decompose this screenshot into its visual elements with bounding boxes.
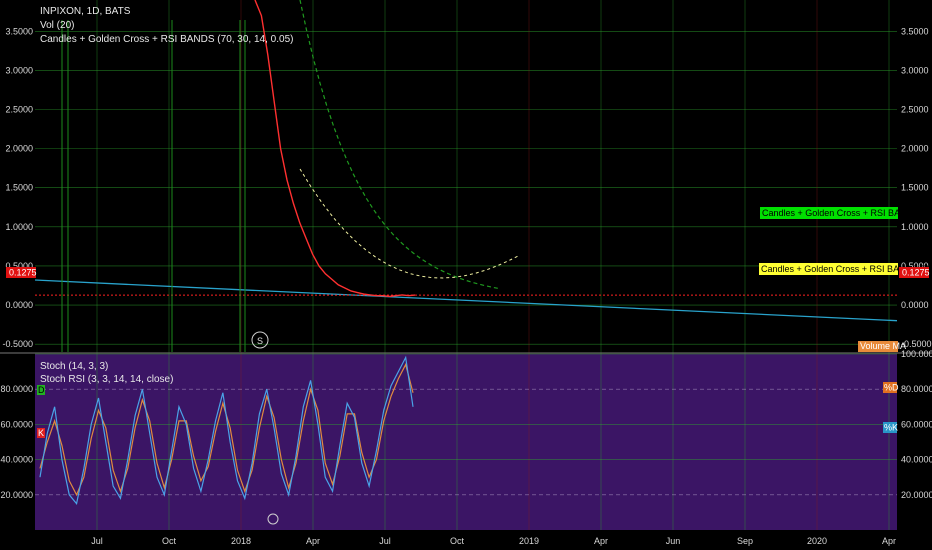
osc-tick-left: 20.0000 [0,490,33,500]
price-tick-right: 3.0000 [901,65,929,75]
price-tick-left: 0.0000 [5,300,33,310]
price-tick-right: 2.5000 [901,105,929,115]
price-tick-right: 2.0000 [901,144,929,154]
volume-ma-label: Volume MA [860,341,906,351]
time-tick: Apr [882,536,896,546]
osc-tick-right: 20.0000 [901,490,932,500]
osc-tick-right: 40.0000 [901,455,932,465]
pct-d-label: %D [884,383,899,393]
time-tick: Apr [594,536,608,546]
chart-svg: 3.5000 3.5000 3.0000 3.0000 2.5000 2.5000 2.00… [0,0,932,546]
osc-tick-left: 60.0000 [0,419,33,429]
price-tick-left: 3.5000 [5,26,33,36]
price-tick-left: 2.0000 [5,144,33,154]
osc-tick-left: 80.0000 [0,384,33,394]
time-tick: Jul [379,536,391,546]
d-flag-label: D [38,385,45,395]
price-tick-left: 1.5000 [5,183,33,193]
price-tick-right: 1.0000 [901,222,929,232]
time-tick: 2020 [807,536,827,546]
time-tick: Apr [306,536,320,546]
pct-k-label: %K [884,423,898,433]
time-tick: Jun [666,536,681,546]
last-price-left: 0.1275 [9,268,37,278]
time-tick: Jul [91,536,103,546]
volume-indicator-label: Vol (20) [40,20,74,31]
osc-tick-left: 40.0000 [0,455,33,465]
symbol-title: INPIXON, 1D, BATS [40,6,131,17]
price-tick-left: 2.5000 [5,105,33,115]
plot-tag-1-label: Candles + Golden Cross + RSI BANDS:Plot [762,208,932,218]
time-tick: Oct [162,536,177,546]
osc-tick-right: 60.0000 [901,419,932,429]
stoch-rsi-label: Stoch RSI (3, 3, 14, 14, close) [40,374,173,385]
time-tick: 2019 [519,536,539,546]
price-tick-right: 3.5000 [901,26,929,36]
time-tick: Sep [737,536,753,546]
time-tick: Oct [450,536,465,546]
split-marker-label: S [257,336,263,346]
stoch-label: Stoch (14, 3, 3) [40,361,108,372]
price-tick-right: 1.5000 [901,183,929,193]
price-tick-left: 3.0000 [5,65,33,75]
last-price-right: 0.1275 [902,268,930,278]
price-tick-left: 1.0000 [5,222,33,232]
time-tick: 2018 [231,536,251,546]
price-tick-left: -0.5000 [2,339,33,349]
osc-tick-right: 80.0000 [901,384,932,394]
price-pane [0,0,932,352]
price-tick-right: 0.0000 [901,300,929,310]
strategy-indicator-label: Candles + Golden Cross + RSI BANDS (70, … [40,34,293,45]
k-flag-label: K [38,428,44,438]
